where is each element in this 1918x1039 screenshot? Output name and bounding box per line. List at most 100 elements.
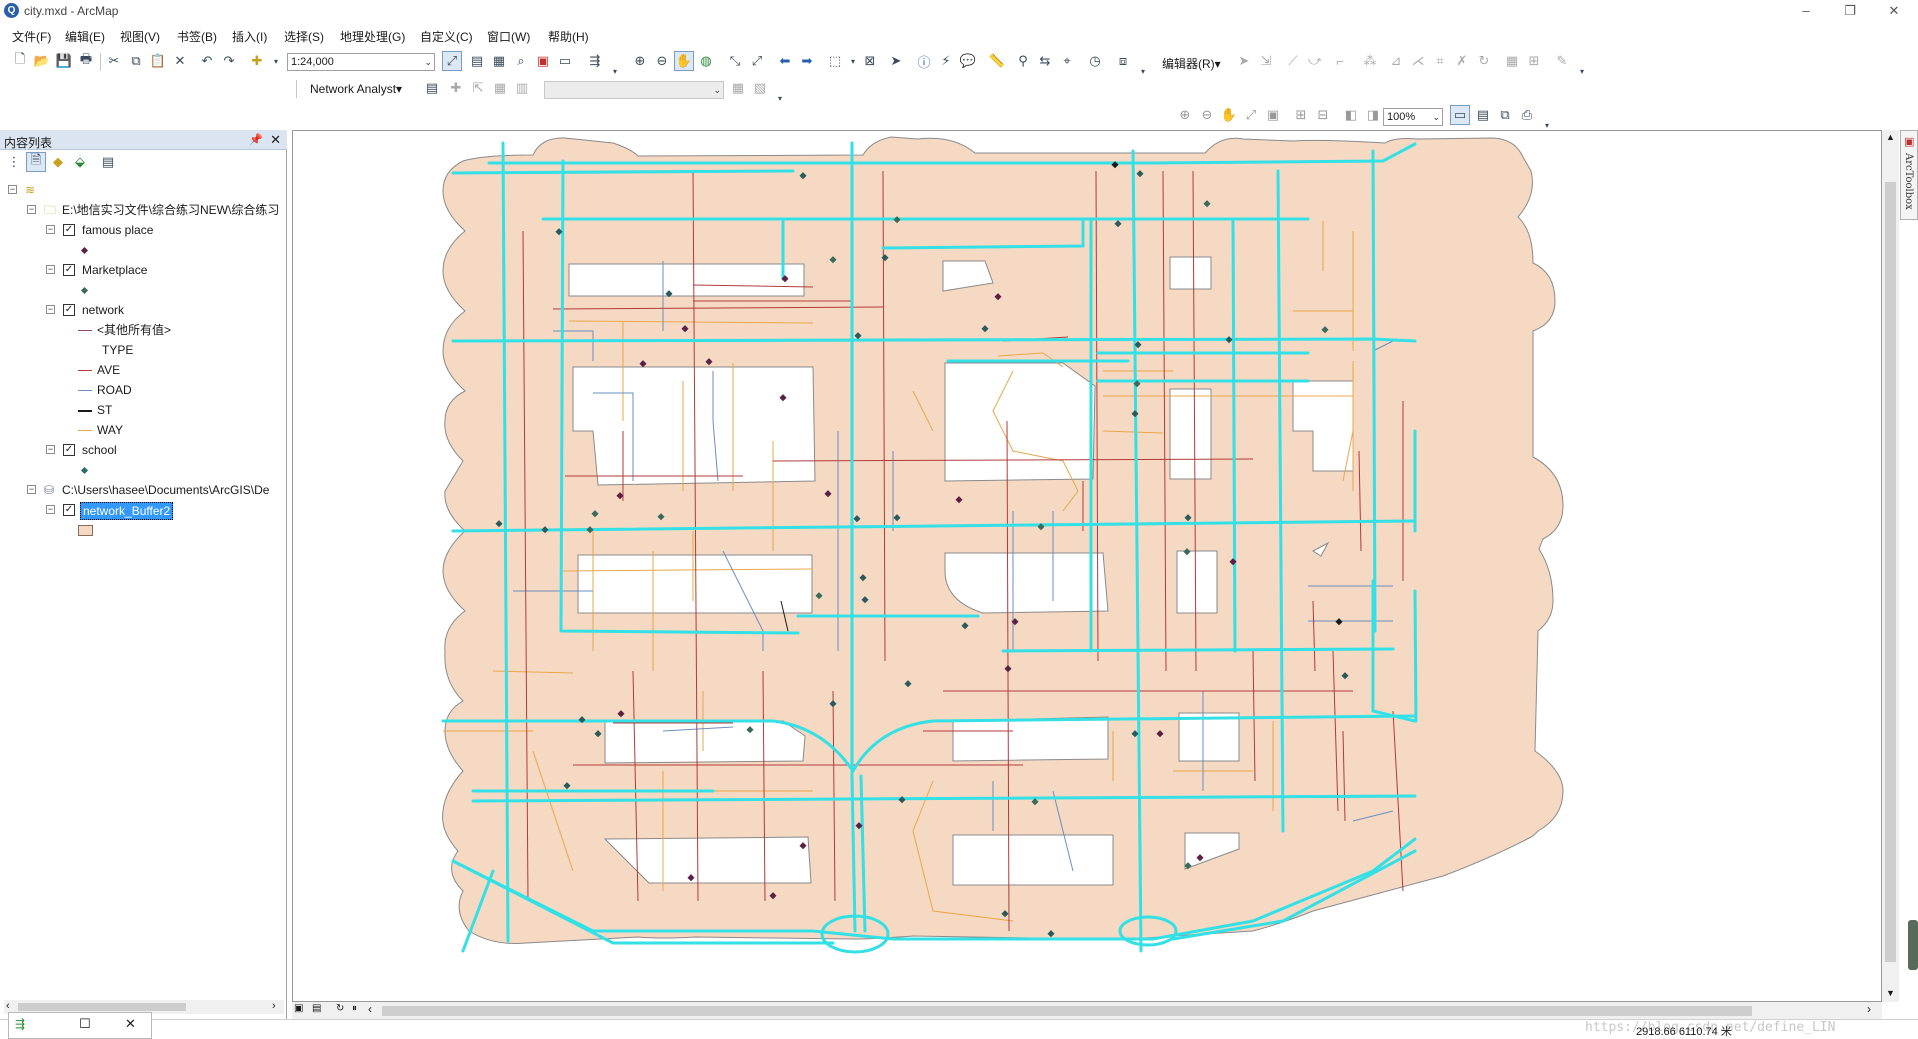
collapse-icon[interactable]: − bbox=[46, 445, 55, 454]
zoom-in-icon[interactable]: ⊕ bbox=[630, 51, 650, 71]
scroll-thumb[interactable] bbox=[1885, 182, 1896, 962]
layer-visibility-checkbox[interactable]: ✓ bbox=[63, 224, 75, 236]
go-to-xy-icon[interactable]: ⌖ bbox=[1057, 51, 1077, 71]
block-polygon[interactable] bbox=[568, 263, 805, 297]
add-data-dropdown-icon[interactable]: ▾ bbox=[266, 51, 286, 71]
sketch-properties-icon[interactable]: ⊞ bbox=[1524, 51, 1544, 71]
focus-data-frame-icon[interactable]: ▤ bbox=[1473, 105, 1493, 125]
toolbar-overflow-icon-2[interactable]: ▾ bbox=[1133, 61, 1153, 81]
collapse-icon[interactable]: − bbox=[27, 485, 36, 494]
build-network-icon[interactable]: ▦ bbox=[728, 78, 748, 98]
layout-pan-icon[interactable]: ✋ bbox=[1219, 105, 1239, 125]
solve-icon[interactable]: ▥ bbox=[512, 78, 532, 98]
collapse-icon[interactable]: − bbox=[46, 505, 55, 514]
toolbar-overflow-icon-4[interactable]: ▾ bbox=[770, 88, 790, 108]
new-document-icon[interactable]: 🗋 bbox=[10, 51, 30, 71]
scroll-up-icon[interactable]: ▲ bbox=[1886, 132, 1895, 142]
go-forward-extent-layout-icon[interactable]: ◨ bbox=[1363, 105, 1383, 125]
zoom-whole-page-icon[interactable]: ⤢ bbox=[1241, 105, 1261, 125]
network-identify-icon[interactable]: ▦ bbox=[490, 78, 510, 98]
back-extent-icon[interactable]: ⬅ bbox=[775, 51, 795, 71]
map-scale-combo[interactable]: 1:24,000 ⌄ bbox=[287, 53, 435, 71]
model-builder-icon[interactable]: ⇶ bbox=[585, 51, 605, 71]
create-features-icon[interactable]: ✎ bbox=[1552, 51, 1572, 71]
menu-help[interactable]: 帮助(H) bbox=[548, 28, 589, 45]
menu-bookmarks[interactable]: 书签(B) bbox=[177, 28, 217, 45]
map-horizontal-scrollbar[interactable]: ▣ ▤ ↻ ⏸ ‹ › bbox=[292, 1002, 1882, 1019]
search-window-icon[interactable]: ⌕ bbox=[511, 51, 531, 71]
create-viewer-window-icon[interactable]: ⧈ bbox=[1113, 51, 1133, 71]
menu-edit[interactable]: 编辑(E) bbox=[65, 28, 105, 45]
line-symbol-icon[interactable] bbox=[78, 430, 92, 431]
toc-window-icon[interactable]: ▤ bbox=[467, 51, 487, 71]
block-polygon[interactable] bbox=[952, 716, 1109, 762]
edit-annotation-icon[interactable]: ⇲ bbox=[1256, 51, 1276, 71]
cut-polygons-icon[interactable]: ⌗ bbox=[1430, 51, 1450, 71]
scroll-thumb[interactable] bbox=[18, 1003, 186, 1011]
find-route-icon[interactable]: ⇆ bbox=[1035, 51, 1055, 71]
folder-path-label[interactable]: E:\地信实习文件\综合练习NEW\综合练习 bbox=[62, 202, 279, 218]
editor-toolbar-icon[interactable]: ⤢ bbox=[442, 51, 462, 71]
menu-selection[interactable]: 选择(S) bbox=[284, 28, 324, 45]
block-polygon[interactable] bbox=[1169, 388, 1212, 480]
layer-visibility-checkbox[interactable]: ✓ bbox=[63, 304, 75, 316]
html-popup-icon[interactable]: 💬 bbox=[958, 51, 978, 71]
edit-vertices-icon[interactable]: ⊿ bbox=[1386, 51, 1406, 71]
directions-icon[interactable]: ▧ bbox=[750, 78, 770, 98]
layer-visibility-checkbox[interactable]: ✓ bbox=[63, 264, 75, 276]
cut-icon[interactable]: ✂ bbox=[104, 51, 124, 71]
open-folder-icon[interactable]: 📂 bbox=[32, 51, 52, 71]
identify-icon[interactable]: ⓘ bbox=[914, 51, 934, 71]
block-polygon[interactable] bbox=[944, 552, 1109, 614]
arctoolbox-icon[interactable]: ▣ bbox=[533, 51, 553, 71]
fixed-zoom-in-icon[interactable]: ⤡ bbox=[725, 51, 745, 71]
menu-file[interactable]: 文件(F) bbox=[12, 28, 51, 45]
refresh-icon[interactable]: ↻ bbox=[336, 1003, 344, 1014]
close-icon[interactable]: ✕ bbox=[270, 132, 281, 148]
block-polygon[interactable] bbox=[1176, 550, 1218, 614]
layer-name-marketplace[interactable]: Marketplace bbox=[82, 262, 147, 278]
pin-icon[interactable]: 📌 bbox=[249, 133, 263, 146]
block-polygon[interactable] bbox=[952, 834, 1114, 886]
layout-zoom-out-icon[interactable]: ⊖ bbox=[1197, 105, 1217, 125]
layer-name-buffer[interactable]: network_Buffer2 bbox=[80, 502, 174, 520]
collapse-icon[interactable]: − bbox=[46, 305, 55, 314]
layer-visibility-checkbox[interactable]: ✓ bbox=[63, 504, 75, 516]
undo-icon[interactable]: ↶ bbox=[197, 51, 217, 71]
menu-geoprocessing[interactable]: 地理处理(G) bbox=[340, 28, 405, 45]
full-extent-globe-icon[interactable]: ◍ bbox=[696, 51, 716, 71]
point-icon[interactable]: ⁂ bbox=[1360, 51, 1380, 71]
edit-tool-icon[interactable]: ➤ bbox=[1234, 51, 1254, 71]
layout-view-button-icon[interactable]: ▤ bbox=[312, 1003, 321, 1014]
maximize-button[interactable]: ❐ bbox=[1828, 0, 1872, 22]
polygon-symbol-icon[interactable] bbox=[78, 525, 93, 536]
layer-visibility-checkbox[interactable]: ✓ bbox=[63, 444, 75, 456]
layer-name-famous-place[interactable]: famous place bbox=[82, 222, 153, 238]
forward-extent-icon[interactable]: ➡ bbox=[797, 51, 817, 71]
end-point-arc-icon[interactable]: ⤻ bbox=[1305, 51, 1325, 71]
scroll-left-icon[interactable]: ‹ bbox=[6, 1000, 10, 1012]
paste-icon[interactable]: 📋 bbox=[148, 51, 168, 71]
measure-icon[interactable]: 📏 bbox=[987, 51, 1007, 71]
pan-hand-icon[interactable]: ✋ bbox=[674, 51, 694, 71]
collapse-icon[interactable]: − bbox=[27, 205, 36, 214]
map-canvas[interactable] bbox=[293, 131, 1882, 1002]
scroll-left-icon[interactable]: ‹ bbox=[368, 1002, 372, 1016]
add-data-icon[interactable]: ✚ bbox=[247, 51, 267, 71]
side-handle[interactable] bbox=[1908, 920, 1918, 970]
toolbar-overflow-icon-3[interactable]: ▾ bbox=[1572, 61, 1592, 81]
collapse-icon[interactable]: − bbox=[8, 185, 17, 194]
main-road[interactable] bbox=[451, 337, 1417, 343]
scroll-down-icon[interactable]: ▼ bbox=[1886, 988, 1895, 998]
map-data-frame[interactable] bbox=[292, 130, 1882, 1002]
zoom-out-icon[interactable]: ⊖ bbox=[652, 51, 672, 71]
pause-drawing-icon[interactable]: ⏸ bbox=[352, 1003, 357, 1014]
scroll-right-icon[interactable]: › bbox=[272, 1000, 276, 1012]
list-by-drawing-order-icon[interactable]: ⋮ bbox=[4, 152, 24, 172]
python-window-icon[interactable]: ▭ bbox=[555, 51, 575, 71]
line-symbol-icon[interactable] bbox=[78, 410, 92, 412]
restore-icon[interactable]: ☐ bbox=[79, 1016, 91, 1032]
menu-view[interactable]: 视图(V) bbox=[120, 28, 160, 45]
fixed-zoom-in-layout-icon[interactable]: ⊞ bbox=[1291, 105, 1311, 125]
buffer-polygon[interactable] bbox=[442, 136, 1564, 944]
